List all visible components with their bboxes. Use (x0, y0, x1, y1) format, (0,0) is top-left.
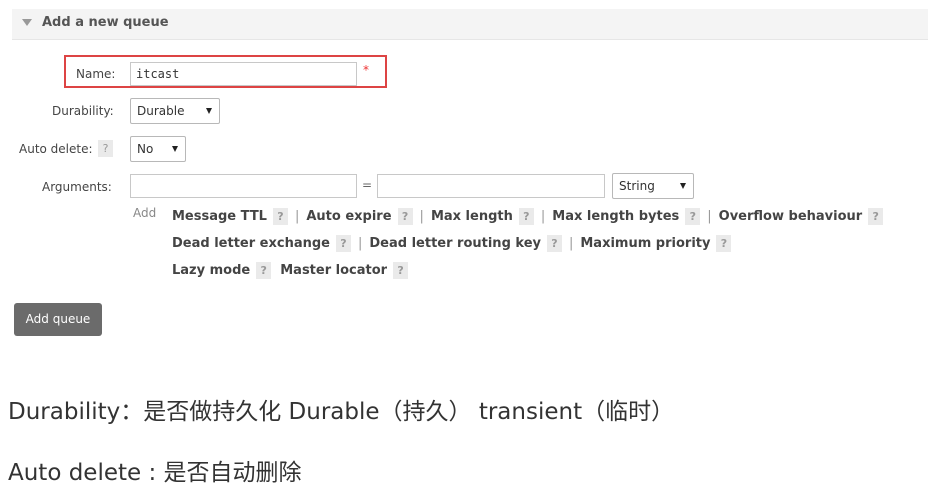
collapse-triangle-icon[interactable] (22, 19, 32, 26)
argument-options-line-2: Dead letter exchange? | Dead letter routin… (172, 235, 732, 252)
option-overflow-behaviour[interactable]: Overflow behaviour (719, 209, 863, 224)
equals-sign: = (362, 178, 373, 192)
section-title: Add a new queue (42, 15, 169, 30)
section-header[interactable]: Add a new queue (12, 9, 928, 40)
dropdown-arrow-icon (680, 183, 686, 189)
durability-value: Durable (137, 104, 185, 118)
option-auto-expire[interactable]: Auto expire (306, 209, 391, 224)
auto-delete-note: Auto delete : 是否自动删除 (8, 460, 302, 486)
arguments-label: Arguments: (42, 180, 112, 194)
help-icon[interactable]: ? (397, 208, 413, 225)
help-icon[interactable]: ? (685, 208, 701, 225)
argument-value-input[interactable] (377, 174, 605, 198)
argument-type-select[interactable]: String (612, 173, 694, 199)
help-icon[interactable]: ? (393, 262, 409, 279)
help-icon[interactable]: ? (98, 140, 113, 157)
required-mark: * (363, 63, 369, 77)
separator: | (707, 209, 712, 224)
help-icon[interactable]: ? (546, 235, 562, 252)
durability-note: Durability：是否做持久化 Durable（持久） transient（… (8, 399, 675, 425)
argument-type-value: String (619, 179, 655, 193)
dropdown-arrow-icon (206, 108, 212, 114)
add-queue-button[interactable]: Add queue (14, 303, 102, 336)
argument-options-line-1: Message TTL? | Auto expire? | Max length? | Ma… (172, 208, 884, 225)
separator: | (419, 209, 424, 224)
option-lazy-mode[interactable]: Lazy mode (172, 263, 250, 278)
help-icon[interactable]: ? (335, 235, 351, 252)
name-input[interactable]: itcast (130, 62, 357, 86)
option-maximum-priority[interactable]: Maximum priority (580, 236, 710, 251)
argument-key-input[interactable] (130, 174, 357, 198)
argument-options-line-3: Lazy mode? Master locator? (172, 262, 409, 279)
help-icon[interactable]: ? (868, 208, 884, 225)
auto-delete-value: No (137, 142, 154, 156)
auto-delete-label: Auto delete: (19, 142, 93, 156)
durability-label: Durability: (52, 104, 114, 118)
help-icon[interactable]: ? (518, 208, 534, 225)
help-icon[interactable]: ? (716, 235, 732, 252)
option-message-ttl[interactable]: Message TTL (172, 209, 267, 224)
option-master-locator[interactable]: Master locator (280, 263, 387, 278)
option-max-length[interactable]: Max length (431, 209, 513, 224)
dropdown-arrow-icon (172, 146, 178, 152)
option-max-length-bytes[interactable]: Max length bytes (552, 209, 679, 224)
option-dead-letter-routing-key[interactable]: Dead letter routing key (369, 236, 541, 251)
help-icon[interactable]: ? (272, 208, 288, 225)
separator: | (357, 236, 363, 251)
auto-delete-select[interactable]: No (130, 136, 186, 162)
separator: | (540, 209, 546, 224)
separator: | (294, 209, 300, 224)
add-label: Add (133, 206, 157, 220)
option-dead-letter-exchange[interactable]: Dead letter exchange (172, 236, 330, 251)
name-label: Name: (76, 67, 116, 81)
help-icon[interactable]: ? (256, 262, 272, 279)
durability-select[interactable]: Durable (130, 98, 220, 124)
separator: | (568, 236, 574, 251)
